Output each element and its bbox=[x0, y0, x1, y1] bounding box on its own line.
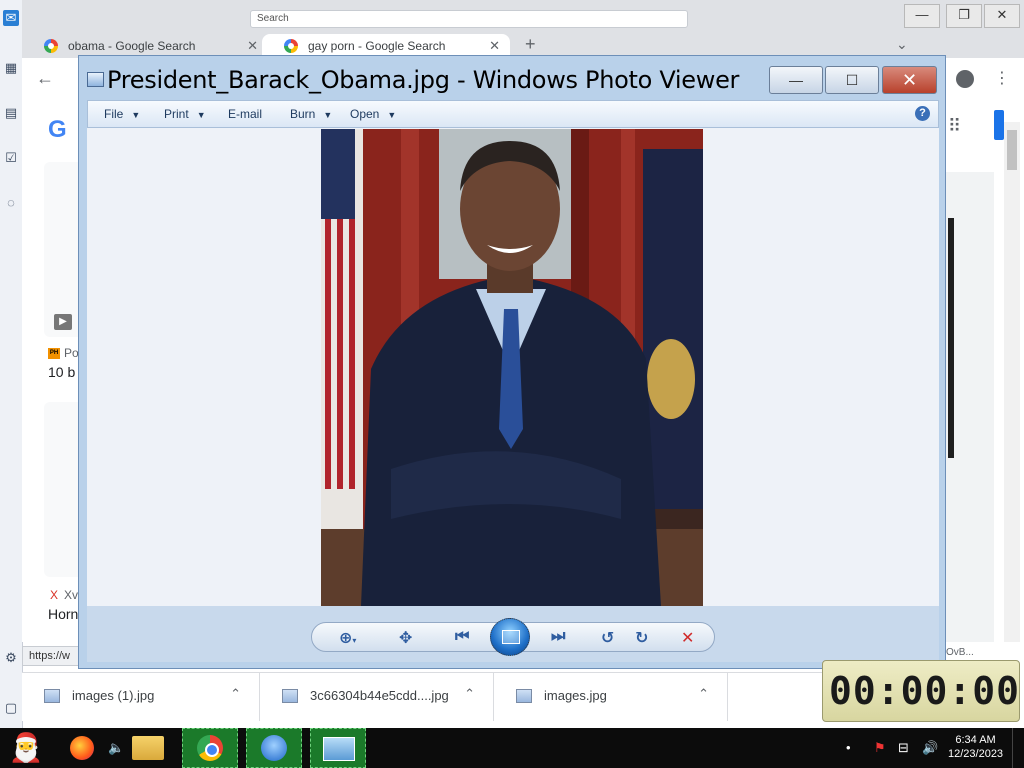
timer-display: 00:00:00 bbox=[829, 669, 1021, 713]
google-icon bbox=[44, 39, 58, 53]
left-app-strip: ✉ ▦ ▤ ☑ ◌ ⚙ ▢ bbox=[0, 0, 23, 728]
photo-viewer-window: President_Barack_Obama.jpg - Windows Pho… bbox=[78, 55, 946, 669]
actual-size-icon[interactable]: ✥ bbox=[399, 628, 412, 648]
outer-minimize-button[interactable]: — bbox=[904, 4, 940, 28]
menu-burn[interactable]: Burn ▼ bbox=[290, 107, 332, 121]
taskbar: 🎅 🔈 • ⚑ ⊟ 🔊 6:34 AM 12/23/2023 bbox=[0, 728, 1024, 768]
action-center-flag-icon[interactable]: ⚑ bbox=[874, 740, 886, 756]
volume-icon[interactable]: 🔈 bbox=[108, 740, 124, 756]
downloads-bar: images (1).jpg ⌃ 3c66304b44e5cdd....jpg … bbox=[22, 672, 822, 721]
tab-search-chevron-icon[interactable]: ⌄ bbox=[896, 36, 908, 53]
google-icon bbox=[284, 39, 298, 53]
clock-date: 12/23/2023 bbox=[948, 748, 1004, 760]
download-filename: images (1).jpg bbox=[72, 688, 155, 703]
result-title[interactable]: 10 b bbox=[48, 364, 75, 380]
rotate-left-icon[interactable]: ↺ bbox=[601, 628, 614, 648]
start-santa-icon[interactable]: 🎅 bbox=[6, 730, 46, 766]
previous-icon[interactable]: ⏮ bbox=[455, 628, 469, 646]
settings-icon[interactable]: ⚙ bbox=[3, 650, 19, 666]
image-file-icon bbox=[516, 689, 532, 703]
profile-avatar-icon[interactable] bbox=[956, 70, 974, 88]
photo-canvas bbox=[87, 128, 939, 606]
download-filename: 3c66304b44e5cdd....jpg bbox=[310, 688, 449, 703]
browser-menu-icon[interactable]: ⋮ bbox=[994, 68, 1010, 88]
taskbar-clock[interactable]: 6:34 AM 12/23/2023 bbox=[948, 733, 1003, 761]
download-item[interactable]: images.jpg ⌃ bbox=[494, 673, 728, 721]
notes-icon[interactable]: ▤ bbox=[3, 105, 19, 121]
folder-icon[interactable]: ▢ bbox=[3, 700, 19, 716]
menu-email[interactable]: E-mail bbox=[228, 107, 262, 121]
photo-viewer-controls: ⊕▾ ✥ ⏮ ⏭ ↺ ↻ ✕ bbox=[87, 606, 939, 662]
window-title: President_Barack_Obama.jpg - Windows Pho… bbox=[107, 66, 740, 94]
calendar-icon[interactable]: ▦ bbox=[3, 60, 19, 76]
network-icon[interactable]: ⊟ bbox=[898, 740, 909, 756]
clock-time: 6:34 AM bbox=[955, 734, 996, 746]
image-file-icon bbox=[282, 689, 298, 703]
tab-title: gay porn - Google Search bbox=[308, 39, 446, 53]
menu-file[interactable]: File ▼ bbox=[104, 107, 140, 121]
result-source: Xv bbox=[64, 588, 79, 602]
partial-right-text: OvB... bbox=[946, 647, 974, 658]
chevron-up-icon[interactable]: ⌃ bbox=[464, 686, 475, 702]
result-title[interactable]: Horn bbox=[48, 606, 78, 622]
menu-open[interactable]: Open ▼ bbox=[350, 107, 396, 121]
close-button[interactable]: ✕ bbox=[882, 66, 937, 94]
chat-icon[interactable]: ◌ bbox=[3, 195, 19, 211]
maximize-button[interactable]: ☐ bbox=[825, 66, 879, 94]
chevron-up-icon[interactable]: ⌃ bbox=[698, 686, 709, 702]
download-filename: images.jpg bbox=[544, 688, 607, 703]
play-icon: ▶ bbox=[54, 314, 72, 330]
photo-viewer-app-icon bbox=[87, 72, 104, 87]
delete-icon[interactable]: ✕ bbox=[681, 628, 694, 648]
mail-icon[interactable]: ✉ bbox=[3, 10, 19, 26]
minimize-button[interactable]: — bbox=[769, 66, 823, 94]
chevron-up-icon[interactable]: ⌃ bbox=[230, 686, 241, 702]
menu-print[interactable]: Print ▼ bbox=[164, 107, 206, 121]
result-source: Po bbox=[64, 346, 79, 360]
thunderbird-taskbar-icon[interactable] bbox=[246, 728, 302, 768]
outer-maximize-button[interactable]: ❐ bbox=[946, 4, 982, 28]
sign-in-button[interactable] bbox=[994, 110, 1004, 140]
rotate-right-icon[interactable]: ↻ bbox=[635, 628, 648, 648]
tray-dot-icon: • bbox=[846, 740, 851, 755]
apps-grid-icon[interactable]: ⠿ bbox=[948, 116, 961, 137]
back-arrow-icon[interactable]: ← bbox=[36, 68, 54, 89]
download-item[interactable]: 3c66304b44e5cdd....jpg ⌃ bbox=[260, 673, 494, 721]
portrait-photo bbox=[321, 129, 703, 606]
image-file-icon bbox=[44, 689, 60, 703]
contacts-icon[interactable]: ☑ bbox=[3, 150, 19, 166]
top-search-box[interactable]: Search bbox=[250, 10, 688, 28]
slideshow-icon[interactable] bbox=[490, 618, 530, 656]
timer-widget[interactable]: 00:00:00 bbox=[822, 660, 1020, 722]
right-result-column bbox=[946, 172, 994, 642]
download-item[interactable]: images (1).jpg ⌃ bbox=[22, 673, 260, 721]
next-icon[interactable]: ⏭ bbox=[551, 628, 565, 646]
file-explorer-icon[interactable] bbox=[132, 736, 164, 760]
scrollbar-thumb[interactable] bbox=[1007, 130, 1017, 170]
volume-tray-icon[interactable]: 🔊 bbox=[922, 740, 938, 756]
pornhub-favicon-icon: PH bbox=[48, 348, 60, 359]
google-logo-icon[interactable]: G bbox=[48, 116, 67, 144]
portrait-illustration bbox=[321, 129, 703, 606]
chrome-taskbar-icon[interactable] bbox=[182, 728, 238, 768]
photo-viewer-taskbar-icon[interactable] bbox=[310, 728, 366, 768]
zoom-icon[interactable]: ⊕▾ bbox=[339, 628, 356, 648]
outer-close-button[interactable]: ✕ bbox=[984, 4, 1020, 28]
tab-title: obama - Google Search bbox=[68, 39, 196, 53]
firefox-icon[interactable] bbox=[60, 736, 100, 760]
new-tab-button[interactable]: + bbox=[525, 34, 536, 55]
show-desktop-button[interactable] bbox=[1012, 728, 1024, 768]
page-scrollbar[interactable] bbox=[1004, 122, 1020, 642]
slideshow-screen-icon bbox=[502, 630, 520, 644]
photo-viewer-menubar: File ▼ Print ▼ E-mail Burn ▼ Open ▼ ? bbox=[87, 100, 939, 128]
xvideos-favicon-icon: X bbox=[50, 588, 59, 602]
right-thumbnail bbox=[948, 218, 954, 458]
help-icon[interactable]: ? bbox=[915, 106, 930, 121]
